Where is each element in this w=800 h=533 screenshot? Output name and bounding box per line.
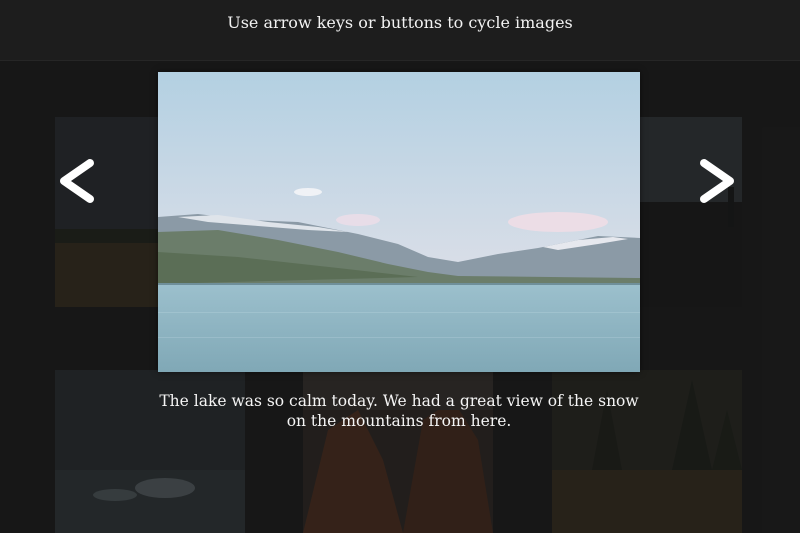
image-caption: The lake was so calm today. We had a gre…: [159, 392, 639, 430]
next-image-button[interactable]: [692, 153, 742, 209]
main-image: [158, 72, 640, 372]
instructions-bar: Use arrow keys or buttons to cycle image…: [0, 0, 800, 61]
instructions-text: Use arrow keys or buttons to cycle image…: [227, 12, 573, 32]
previous-image-button[interactable]: [52, 153, 102, 209]
chevron-right-icon: [700, 159, 734, 203]
gallery-page: Use arrow keys or buttons to cycle image…: [0, 0, 800, 533]
chevron-left-icon: [60, 159, 94, 203]
